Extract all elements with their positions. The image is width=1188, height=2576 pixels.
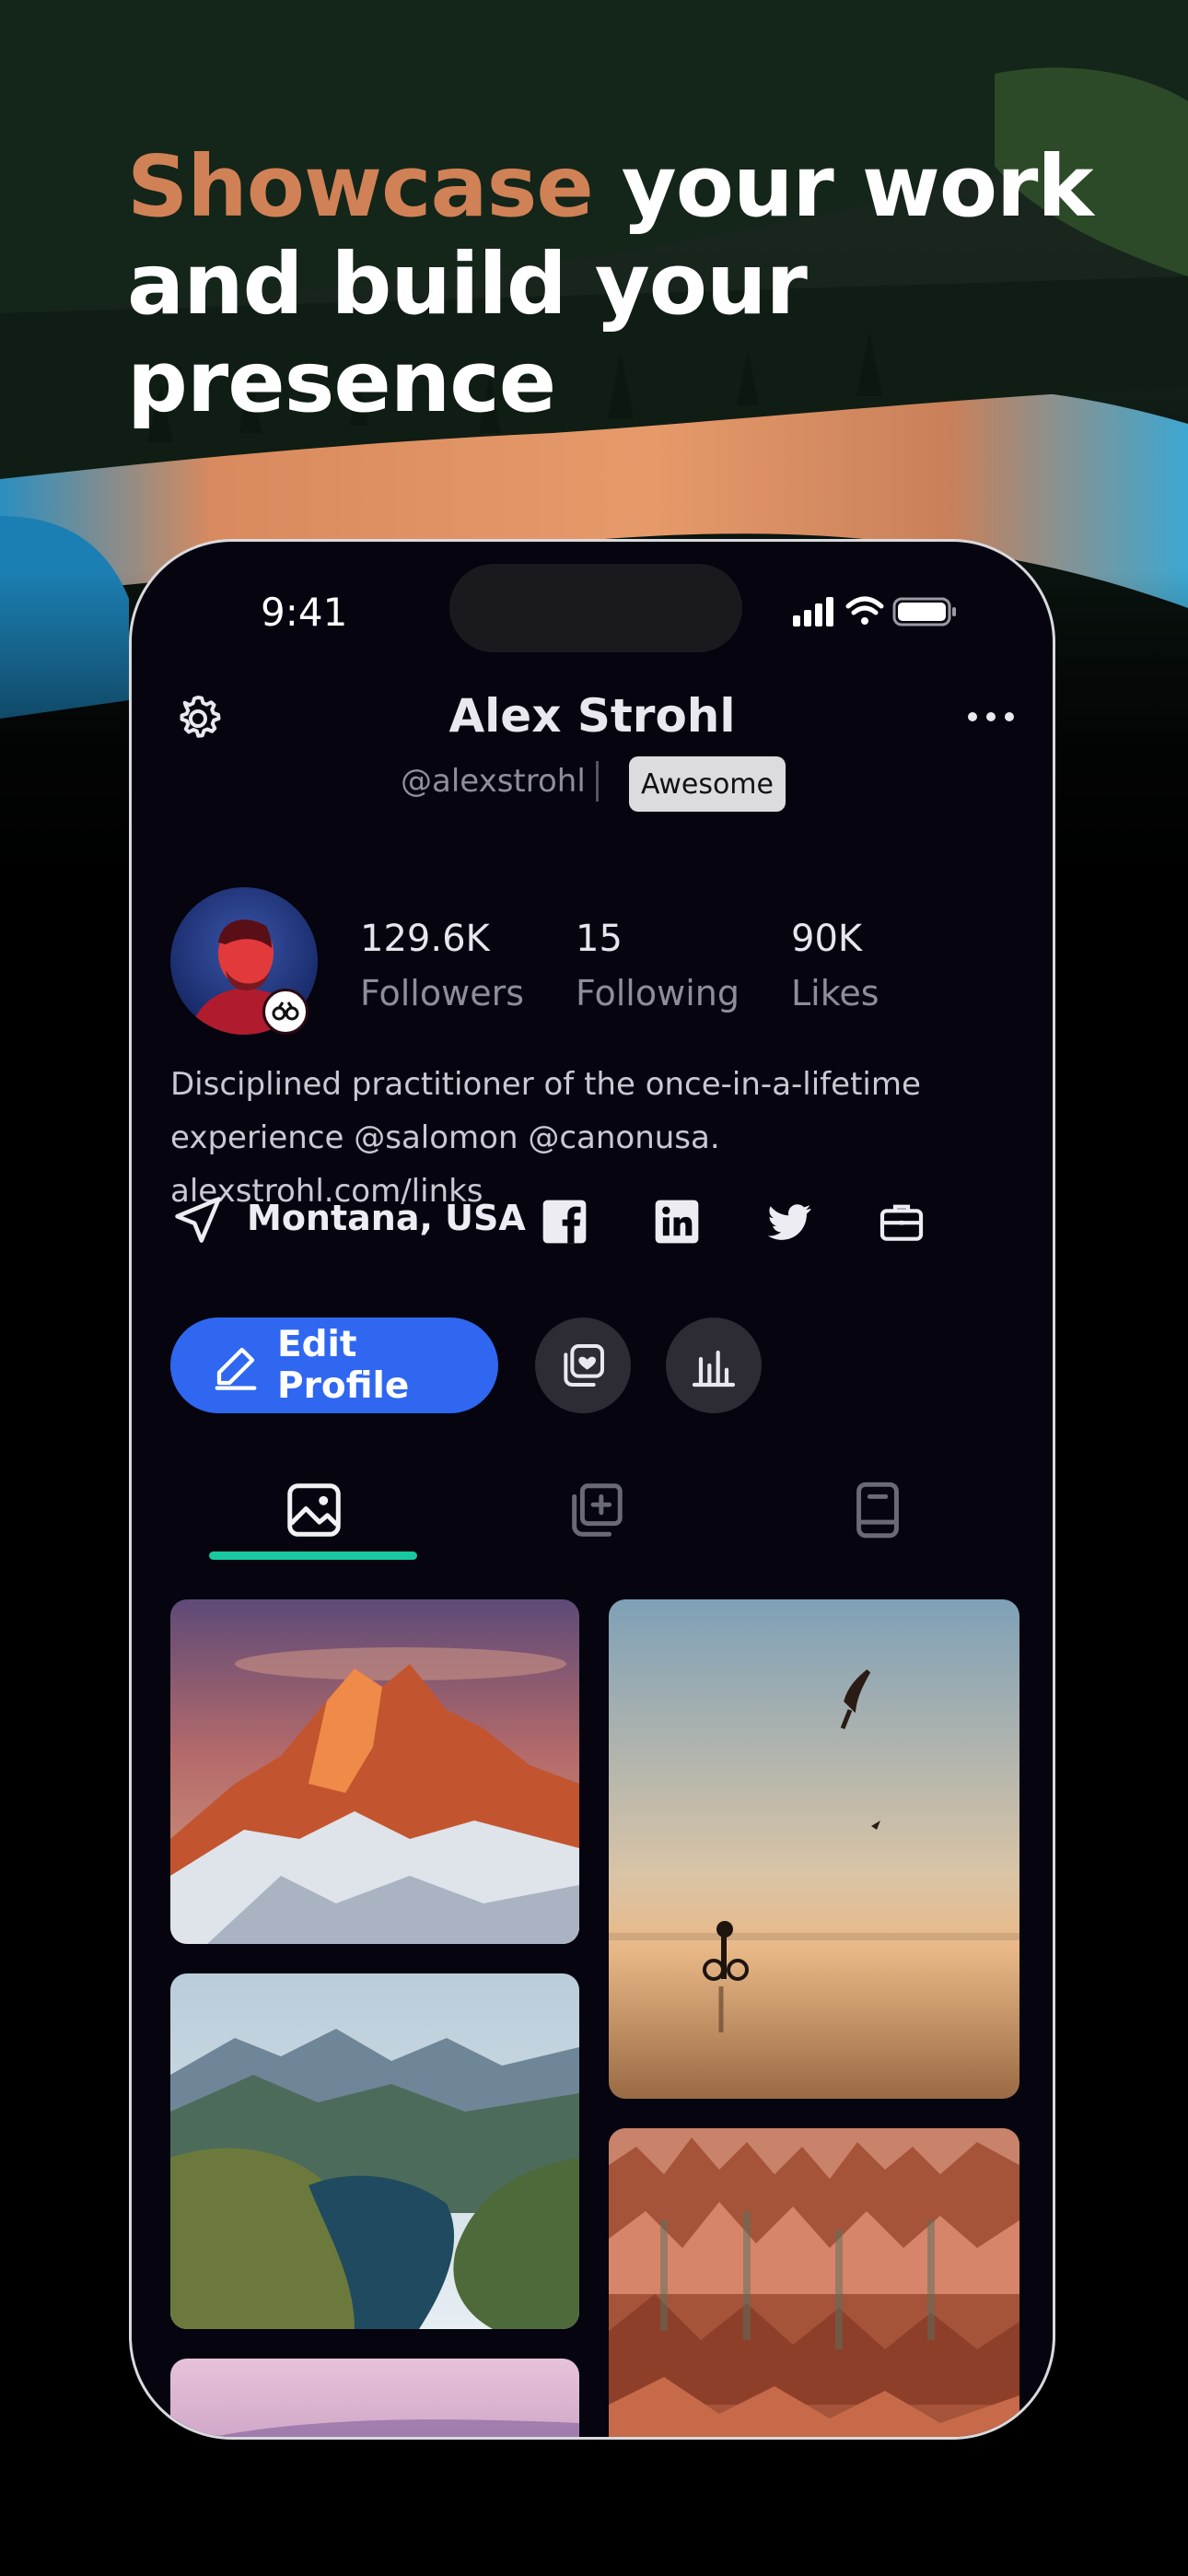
pink-sky-photo[interactable] [170, 2359, 579, 2440]
photos-tab-icon[interactable] [282, 1478, 346, 1542]
stat-label: Followers [360, 973, 524, 1013]
heart-stack-icon [564, 1344, 604, 1387]
journal-tab-icon[interactable] [845, 1478, 910, 1542]
stat-label: Following [576, 973, 740, 1013]
headline: Showcase your work and build your presen… [127, 138, 1188, 431]
profile-location: Montana, USA [247, 1198, 526, 1238]
pencil-icon [215, 1347, 257, 1390]
bio-line-2: experience @salomon @canonusa. alexstroh… [170, 1119, 720, 1210]
binoculars-badge-icon [262, 989, 309, 1035]
linkedin-icon[interactable] [651, 1196, 703, 1247]
mountain-lake-valley-photo[interactable] [170, 1973, 579, 2329]
stat-following[interactable]: 15 Following [576, 918, 740, 1013]
twitter-icon[interactable] [763, 1196, 815, 1247]
profile-handle: @alexstrohl [401, 763, 586, 800]
status-icons [793, 596, 956, 626]
red-canyon-hoodoos-photo[interactable] [609, 2128, 1019, 2440]
profile-name: Alex Strohl [448, 689, 736, 743]
alpenglow-mountain-photo[interactable] [170, 1599, 579, 1944]
stat-value: 15 [576, 918, 623, 960]
beach-motorcycle-birds-photo[interactable] [609, 1599, 1019, 2099]
saved-collection-button[interactable] [535, 1317, 631, 1413]
status-time: 9:41 [261, 590, 348, 635]
status-badge[interactable]: Awesome [629, 756, 786, 812]
profile-bio: Disciplined practitioner of the once-in-… [170, 1058, 999, 1218]
stat-value: 129.6K [360, 918, 490, 960]
wifi-icon [845, 596, 884, 625]
more-options-icon[interactable] [965, 706, 1017, 728]
headline-line1: your work [592, 137, 1094, 236]
analytics-button[interactable] [666, 1317, 762, 1413]
edit-profile-button[interactable]: Edit Profile [170, 1317, 498, 1413]
facebook-icon[interactable] [539, 1196, 590, 1247]
briefcase-icon[interactable] [876, 1196, 927, 1247]
location-arrow-icon [175, 1197, 221, 1243]
bar-chart-icon [692, 1350, 736, 1388]
phone-frame: 9:41 Alex Strohl @alexstrohl Awesome 129… [129, 539, 1055, 2440]
stat-likes[interactable]: 90K Likes [791, 918, 879, 1013]
handle-divider [596, 761, 599, 802]
edit-profile-label: Edit Profile [277, 1324, 410, 1407]
headline-accent: Showcase [127, 137, 594, 236]
stat-followers[interactable]: 129.6K Followers [360, 918, 524, 1013]
collections-tab-icon[interactable] [564, 1478, 628, 1542]
stat-label: Likes [791, 973, 879, 1013]
battery-icon [892, 597, 956, 626]
headline-line2: and build your presence [127, 235, 808, 431]
stat-value: 90K [791, 918, 863, 960]
dynamic-island [449, 564, 742, 652]
bio-line-1: Disciplined practitioner of the once-in-… [170, 1066, 921, 1103]
cellular-signal-icon [793, 597, 833, 626]
active-tab-indicator [209, 1551, 417, 1560]
